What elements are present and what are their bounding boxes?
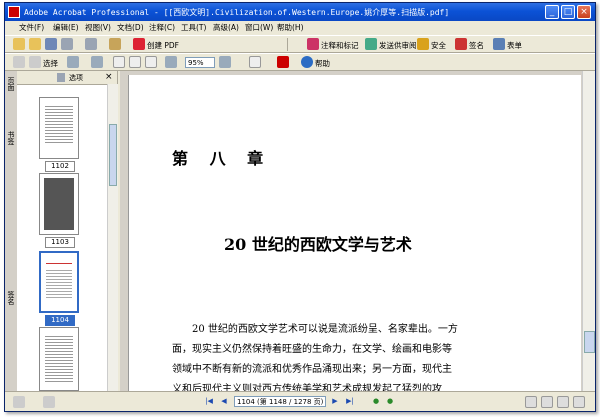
menu-file[interactable]: 文件(F) [19, 22, 44, 33]
annotate-icon[interactable] [307, 38, 319, 50]
actual-size-icon[interactable] [113, 56, 125, 68]
fit-width-icon[interactable] [145, 56, 157, 68]
save-icon[interactable] [45, 38, 57, 50]
text-line: 面，现实主义仍然保持着旺盛的生命力，在文学、绘画和电影等 [172, 344, 452, 355]
continuous-icon[interactable] [541, 396, 553, 408]
menu-view[interactable]: 视图(V) [85, 22, 111, 33]
toolbar-separator [287, 38, 288, 51]
pages-panel: 选项 × 1102 1103 1104 [17, 71, 118, 391]
maximize-button[interactable]: □ [561, 5, 575, 19]
panel-scrollbar[interactable] [107, 84, 118, 391]
annotate-label[interactable]: 注释和标记 [321, 40, 359, 51]
chapter-title: 20 世纪的西欧文学与艺术 [224, 235, 412, 254]
page-number-field[interactable]: 1104 (第 1148 / 1278 页) [234, 396, 326, 407]
send-review-icon[interactable] [365, 38, 377, 50]
next-page-icon[interactable]: ▶ [330, 396, 340, 406]
zoom-plus-icon[interactable] [219, 56, 231, 68]
tab-bookmarks[interactable]: 书签 [6, 131, 16, 145]
zoom-in-icon[interactable] [91, 56, 103, 68]
thumbnail-page-1104[interactable] [39, 251, 79, 313]
text-line: 领域中不断有新的流派和优秀作品涌现出来；另一方面，现代主 [172, 364, 452, 375]
zoom-out-icon[interactable] [165, 56, 177, 68]
menu-document[interactable]: 文档(D) [117, 22, 144, 33]
panel-toggle-icon[interactable] [13, 396, 25, 408]
menu-edit[interactable]: 编辑(E) [53, 22, 79, 33]
close-button[interactable]: × [577, 5, 591, 19]
first-page-icon[interactable]: |◀ [204, 396, 214, 406]
tab-signatures[interactable]: 签名 [6, 291, 16, 305]
pdf-page: 第 八 章 20 世纪的西欧文学与艺术 20 世纪的西欧文学艺术可以说是流派纷呈… [128, 75, 581, 405]
help-label[interactable]: 帮助 [315, 58, 330, 69]
print-icon[interactable] [61, 38, 73, 50]
title-bar[interactable]: Adobe Acrobat Professional - [[西欧文明].Civ… [5, 3, 595, 21]
prev-page-icon[interactable]: ◀ [219, 396, 229, 406]
tab-pages[interactable]: 页面 [6, 77, 16, 91]
trash-icon[interactable] [57, 73, 65, 82]
help-icon[interactable] [301, 56, 313, 68]
fit-page-icon[interactable] [129, 56, 141, 68]
thumbnail-page-1105[interactable] [39, 327, 79, 391]
previous-view-icon[interactable]: ● [371, 396, 381, 406]
document-area: 第 八 章 20 世纪的西欧文学与艺术 20 世纪的西欧文学艺术可以说是流派纷呈… [120, 71, 582, 405]
body-paragraph: 20 世纪的西欧文学艺术可以说是流派纷呈、名家辈出。一方 面，现实主义仍然保持着… [172, 320, 522, 400]
menu-comments[interactable]: 注释(C) [149, 22, 175, 33]
send-review-label[interactable]: 发送供审阅 [379, 40, 417, 51]
menu-advanced[interactable]: 高级(A) [213, 22, 239, 33]
last-page-icon[interactable]: ▶| [345, 396, 355, 406]
security-label[interactable]: 安全 [431, 40, 446, 51]
acrobat-window: Adobe Acrobat Professional - [[西欧文明].Civ… [4, 2, 596, 412]
forms-icon[interactable] [493, 38, 505, 50]
menu-window[interactable]: 窗口(W) [245, 22, 273, 33]
snapshot-icon[interactable] [67, 56, 79, 68]
select-tool-label[interactable]: 选择 [43, 58, 58, 69]
menu-help[interactable]: 帮助(H) [277, 22, 304, 33]
window-title: Adobe Acrobat Professional - [[西欧文明].Civ… [24, 8, 450, 17]
email-icon[interactable] [85, 38, 97, 50]
acrobat-app-icon [8, 6, 20, 18]
yahoo-icon[interactable] [277, 56, 289, 68]
create-pdf-label[interactable]: 创建 PDF [147, 40, 179, 51]
status-bar: |◀ ◀ 1104 (第 1148 / 1278 页) ▶ ▶| ● ● [5, 391, 595, 411]
panel-close-icon[interactable]: × [105, 72, 113, 82]
properties-icon[interactable] [43, 396, 55, 408]
minimize-button[interactable]: _ [545, 5, 559, 19]
zoom-field[interactable]: 95% [185, 57, 215, 68]
open-folder-icon[interactable] [29, 38, 41, 50]
search-icon[interactable] [109, 38, 121, 50]
toolbar-basic: 选择 95% 帮助 [5, 53, 595, 71]
next-view-icon[interactable]: ● [385, 396, 395, 406]
thumbnail-page-1103[interactable] [39, 173, 79, 235]
text-line: 20 世纪的西欧文学艺术可以说是流派纷呈、名家辈出。一方 [172, 324, 458, 335]
thumbnail-label-selected: 1104 [45, 315, 75, 326]
thumbnail-page-1102[interactable] [39, 97, 79, 159]
options-menu[interactable]: 选项 [69, 73, 83, 83]
open-icon[interactable] [13, 38, 25, 50]
hand-tool-icon[interactable] [13, 56, 25, 68]
document-scrollbar[interactable] [582, 71, 595, 391]
create-pdf-icon[interactable] [133, 38, 145, 50]
sign-label[interactable]: 签名 [469, 40, 484, 51]
single-page-icon[interactable] [525, 396, 537, 408]
panel-header: 选项 × [17, 71, 117, 85]
chapter-heading: 第 八 章 [172, 149, 272, 168]
facing-icon[interactable] [557, 396, 569, 408]
continuous-facing-icon[interactable] [573, 396, 585, 408]
security-lock-icon[interactable] [417, 38, 429, 50]
select-tool-icon[interactable] [29, 56, 41, 68]
menu-bar: 文件(F) 编辑(E) 视图(V) 文档(D) 注释(C) 工具(T) 高级(A… [5, 21, 595, 35]
thumbnail-label: 1102 [45, 161, 75, 172]
toolbar-tasks: 创建 PDF 注释和标记 发送供审阅 安全 签名 表单 [5, 35, 595, 53]
thumbnail-label: 1103 [45, 237, 75, 248]
menu-tools[interactable]: 工具(T) [181, 22, 206, 33]
forms-label[interactable]: 表单 [507, 40, 522, 51]
sign-pen-icon[interactable] [455, 38, 467, 50]
rotate-view-icon[interactable] [249, 56, 261, 68]
